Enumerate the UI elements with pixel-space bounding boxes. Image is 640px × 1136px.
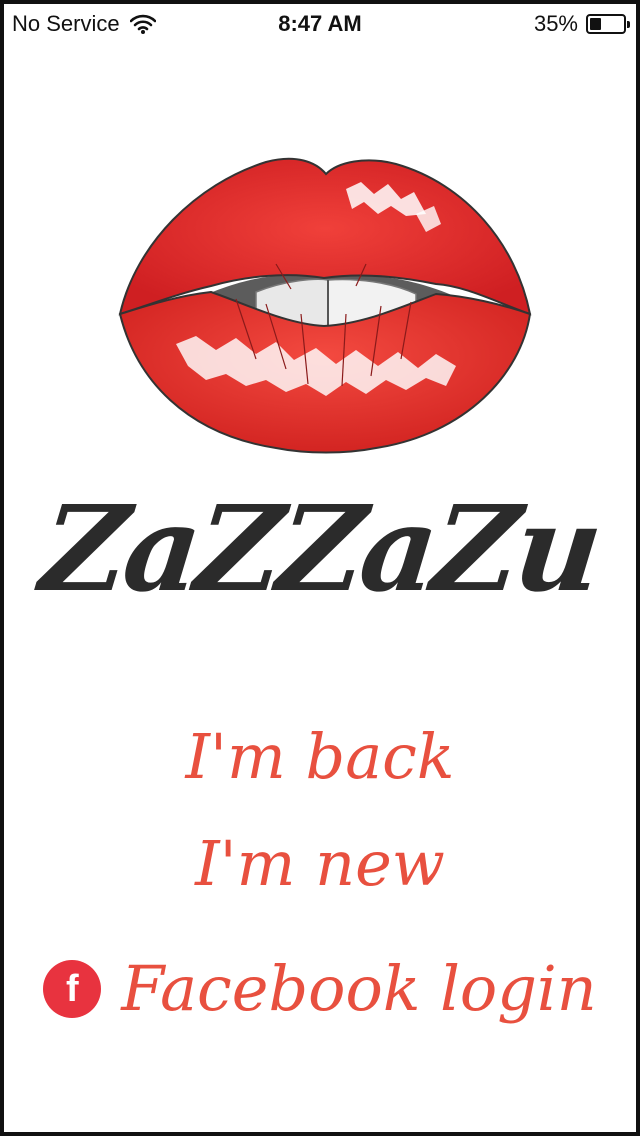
facebook-icon: f [43,960,102,1018]
battery-nub [627,21,630,28]
battery-level [590,18,602,30]
facebook-login-button[interactable]: f Facebook login [4,944,636,1034]
facebook-login-label: Facebook login [121,952,597,1025]
battery-percent: 35% [533,11,578,36]
status-bar: No Service 8:47 AM 35% [4,4,636,44]
im-back-button[interactable]: I'm back [4,712,636,802]
battery-icon [586,14,630,34]
im-new-label: I'm new [195,827,445,900]
im-new-button[interactable]: I'm new [4,819,636,909]
lips-illustration [118,157,532,454]
app-screen: No Service 8:47 AM 35% ZaZZaZu I'm back … [0,0,640,1136]
app-logo: ZaZZaZu [35,479,605,618]
im-back-label: I'm back [185,720,455,793]
status-right: 35% [533,11,630,37]
